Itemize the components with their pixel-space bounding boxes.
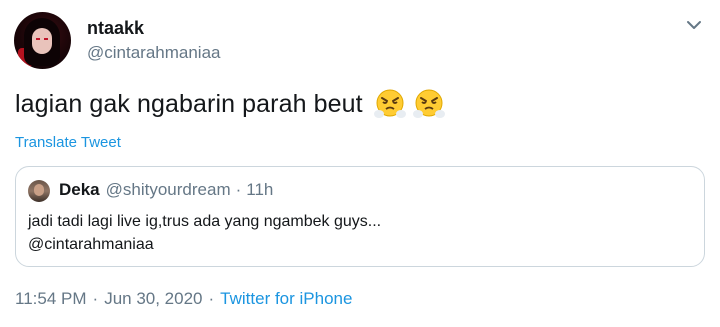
translate-tweet-link[interactable]: Translate Tweet	[15, 134, 121, 151]
quoted-author-handle[interactable]: @shityourdream	[106, 180, 231, 200]
tweet-text: lagian gak ngabarin parah beut	[15, 89, 363, 118]
quoted-tweet[interactable]: Deka @shityourdream · 11h jadi tadi lagi…	[15, 166, 705, 267]
footer-separator: ·	[208, 289, 215, 308]
tweet-time[interactable]: 11:54 PM	[15, 289, 87, 309]
quoted-timestamp[interactable]: 11h	[246, 180, 273, 200]
quoted-tweet-header: Deka @shityourdream · 11h	[59, 180, 273, 200]
quoted-author-name[interactable]: Deka	[59, 180, 100, 200]
tweet-footer: 11:54 PM · Jun 30, 2020 · Twitter for iP…	[15, 289, 352, 309]
footer-separator: ·	[92, 289, 99, 308]
quoted-tweet-mention: @cintarahmaniaa	[28, 236, 154, 253]
quoted-author-avatar[interactable]	[28, 180, 50, 202]
tweet-source-link[interactable]: Twitter for iPhone	[220, 289, 352, 309]
quoted-separator: ·	[235, 180, 242, 199]
author-handle[interactable]: @cintarahmaniaa	[87, 43, 221, 63]
tweet-date[interactable]: Jun 30, 2020	[104, 289, 202, 309]
tweet-text-row: lagian gak ngabarin parah beut	[15, 87, 446, 121]
quoted-tweet-text: jadi tadi lagi live ig,trus ada yang nga…	[28, 213, 382, 230]
face-with-steam-from-nose-icon	[412, 89, 445, 118]
chevron-down-icon[interactable]	[683, 16, 705, 34]
author-name[interactable]: ntaakk	[87, 18, 144, 39]
author-avatar[interactable]	[14, 12, 71, 69]
face-with-steam-from-nose-icon	[373, 89, 406, 118]
